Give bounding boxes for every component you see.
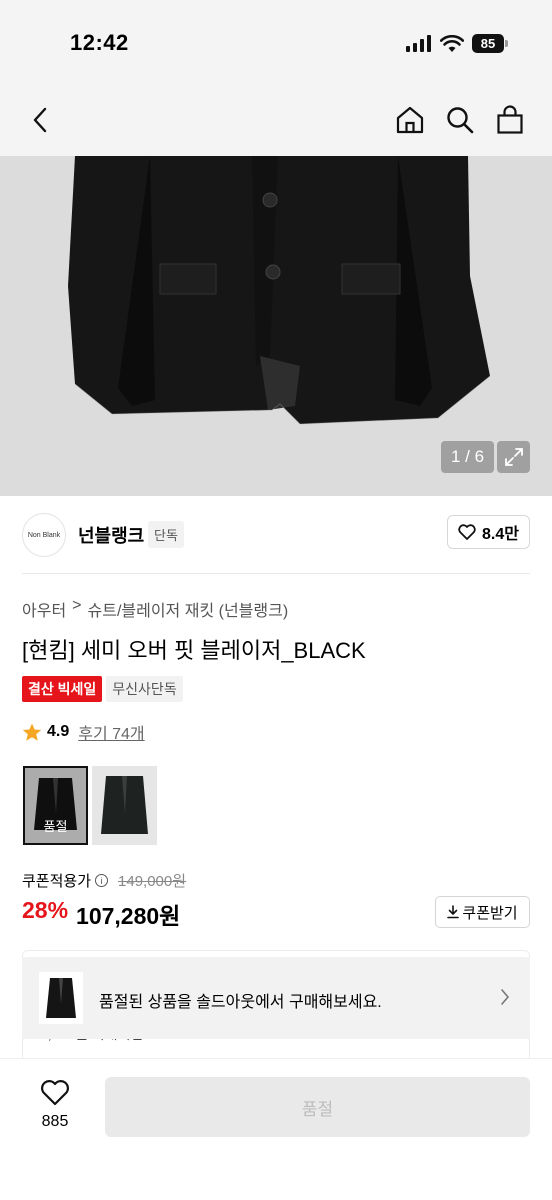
info-icon[interactable]: i xyxy=(95,874,109,887)
signal-icon xyxy=(406,35,431,52)
rating-row: 4.9 후기 74개 xyxy=(22,720,145,744)
chevron-right-icon xyxy=(501,989,509,1005)
brand-row: Non Blank 넌블랭크 단독 8.4만 xyxy=(0,496,552,574)
color-option-black[interactable]: 품절 xyxy=(23,766,88,845)
image-page-counter: 1 / 6 xyxy=(441,441,494,473)
breadcrumb: 아우터 > 슈트/블레이저 재킷 (넌블랭크) xyxy=(22,597,288,621)
soldout-label: 품절 xyxy=(25,768,86,843)
nav-bar xyxy=(0,88,552,156)
divider xyxy=(22,573,530,574)
coupon-price-label: 쿠폰적용가 xyxy=(22,873,92,890)
brand-like-button[interactable]: 8.4만 xyxy=(447,515,530,549)
status-time: 12:42 xyxy=(70,30,129,55)
shopping-bag-icon xyxy=(497,105,523,134)
cart-button[interactable] xyxy=(492,102,528,138)
product-title: [현킴] 세미 오버 핏 블레이저_BLACK xyxy=(22,638,366,663)
brand-name[interactable]: 넌블랭크 xyxy=(78,522,144,548)
nav-actions xyxy=(392,102,528,138)
bottom-action-bar: 885 품절 xyxy=(0,1058,552,1200)
chevron-left-icon xyxy=(33,107,47,133)
sale-badge: 결산 빅세일 xyxy=(22,676,103,702)
breadcrumb-separator: > xyxy=(72,597,82,614)
battery-level: 85 xyxy=(472,34,504,53)
color-option-dark[interactable] xyxy=(92,766,157,845)
back-button[interactable] xyxy=(22,102,58,138)
wishlist-count: 885 xyxy=(41,1113,69,1130)
rating-score: 4.9 xyxy=(47,723,70,740)
soldout-banner[interactable]: 품절된 상품을 솔드아웃에서 구매해보세요. xyxy=(22,957,530,1039)
original-price: 149,000원 xyxy=(118,873,187,890)
brand-exclusive-tag: 단독 xyxy=(148,521,184,548)
wifi-icon xyxy=(440,34,464,52)
wishlist-button[interactable]: 885 xyxy=(28,1079,82,1131)
download-icon xyxy=(447,905,460,919)
breadcrumb-subcategory[interactable]: 슈트/블레이저 재킷 (넌블랭크) xyxy=(88,597,289,621)
breadcrumb-category[interactable]: 아우터 xyxy=(22,597,66,621)
soldout-banner-message: 품절된 상품을 솔드아웃에서 구매해보세요. xyxy=(99,994,382,1011)
final-price: 107,280원 xyxy=(76,903,181,929)
home-button[interactable] xyxy=(392,102,428,138)
get-coupon-label: 쿠폰받기 xyxy=(462,904,518,922)
search-icon xyxy=(447,107,474,134)
expand-image-button[interactable] xyxy=(497,441,530,473)
final-price-row: 28% 107,280원 xyxy=(22,897,180,931)
battery-icon: 85 xyxy=(472,34,508,53)
brand-logo-text: Non Blank xyxy=(27,531,61,539)
review-link[interactable]: 후기 74개 xyxy=(78,720,144,744)
banner-thumbnail xyxy=(39,972,83,1024)
home-icon xyxy=(396,106,424,134)
status-bar: 12:42 85 xyxy=(0,0,552,88)
product-badges: 결산 빅세일 무신사단독 xyxy=(22,676,183,702)
exclusive-badge: 무신사단독 xyxy=(106,676,183,702)
soldout-purchase-button[interactable]: 품절 xyxy=(105,1077,530,1137)
thumbnail-image xyxy=(92,766,157,845)
search-button[interactable] xyxy=(442,102,478,138)
heart-icon xyxy=(41,1080,69,1106)
star-icon xyxy=(22,723,42,741)
brand-logo[interactable]: Non Blank xyxy=(22,513,66,557)
discount-rate: 28% xyxy=(22,897,69,923)
brand-like-count: 8.4만 xyxy=(482,526,519,543)
heart-icon xyxy=(458,524,476,540)
thumbnail-image xyxy=(46,978,76,1018)
status-icons: 85 xyxy=(406,34,508,53)
expand-icon xyxy=(504,448,523,466)
coupon-price-row: 쿠폰적용가 i 149,000원 xyxy=(22,870,186,891)
get-coupon-button[interactable]: 쿠폰받기 xyxy=(435,896,530,928)
